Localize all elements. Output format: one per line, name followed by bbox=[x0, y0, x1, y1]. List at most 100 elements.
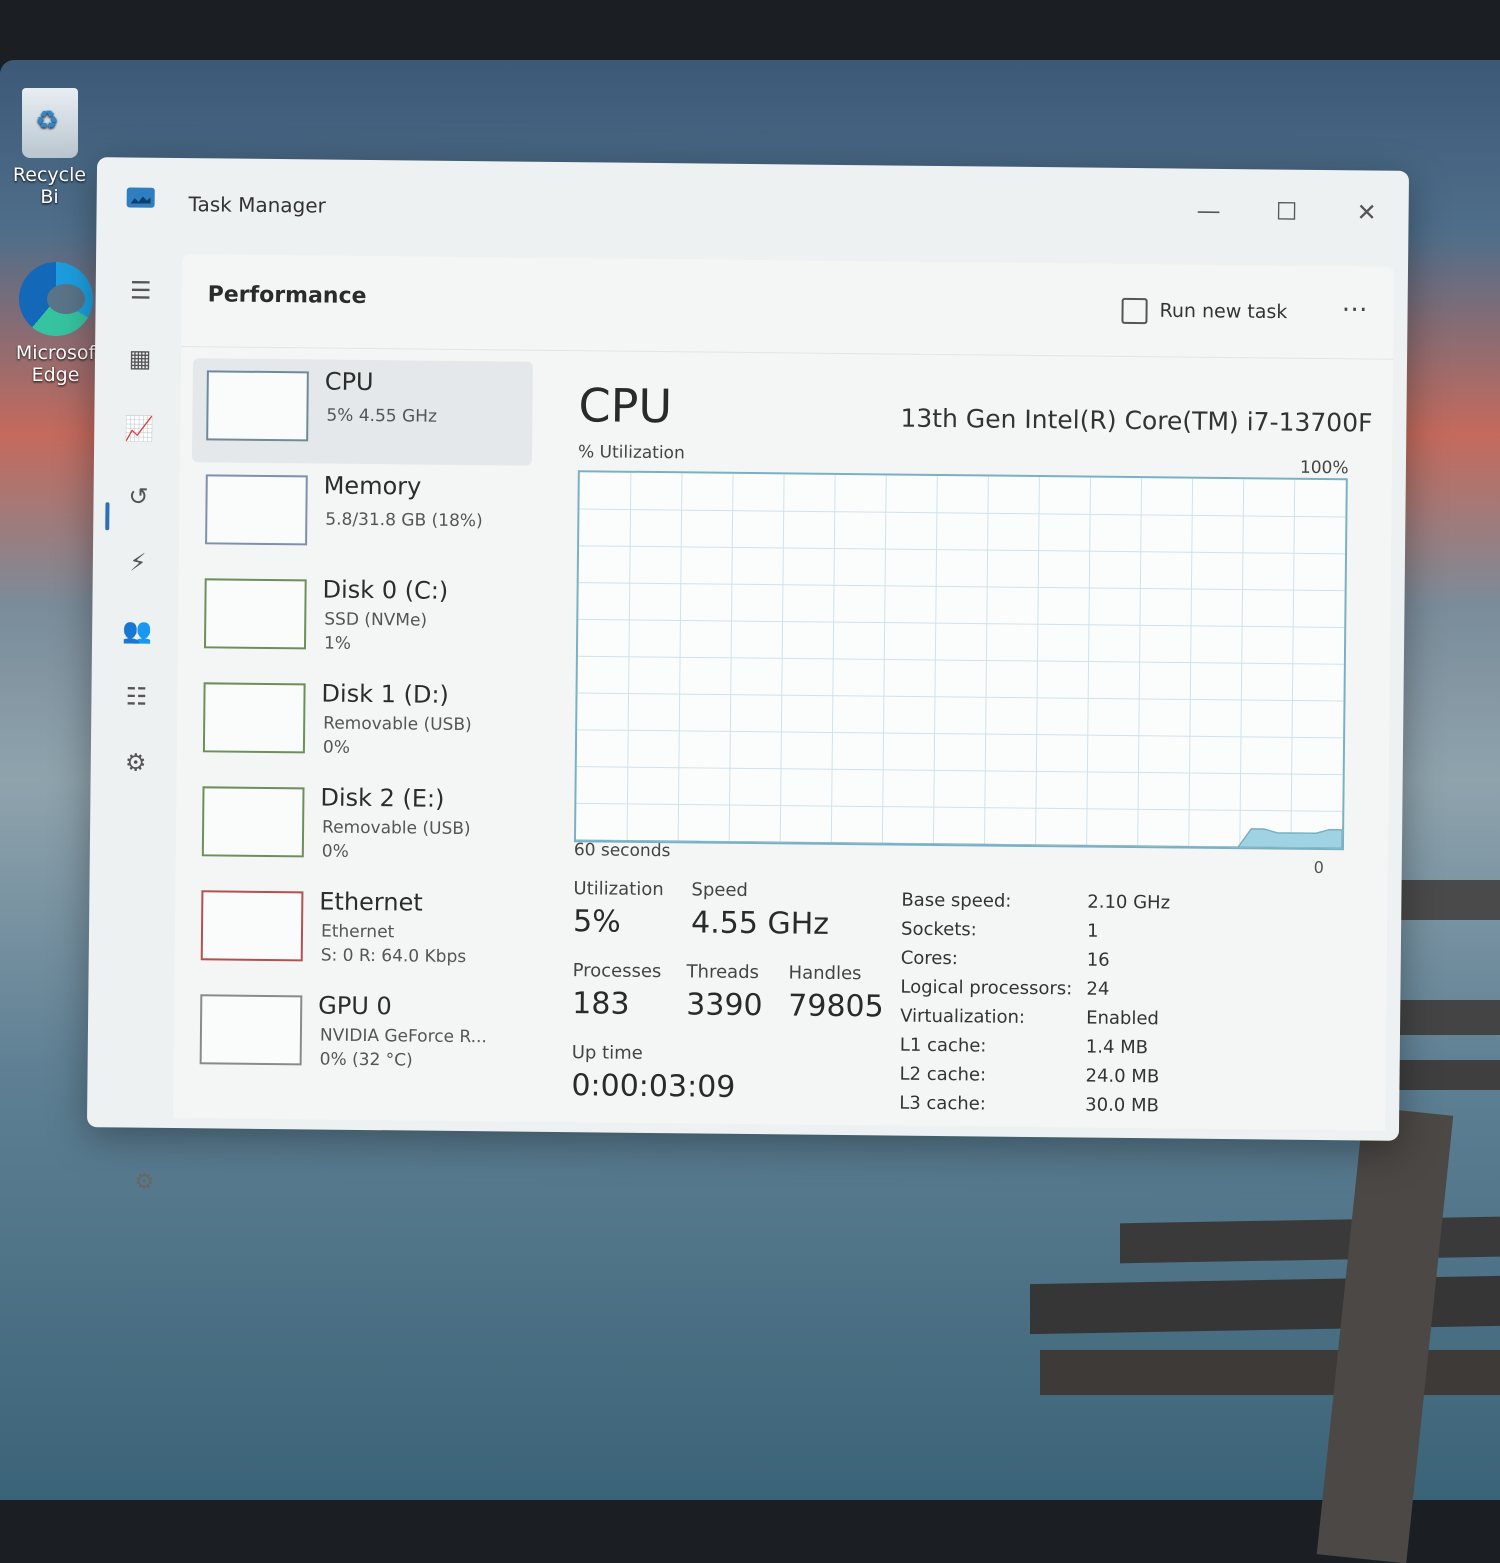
device-usage: 0% (32 °C) bbox=[319, 1049, 413, 1071]
spec-label: L2 cache: bbox=[899, 1063, 987, 1086]
device-name: GPU 0 bbox=[318, 991, 392, 1021]
device-item-memory[interactable]: Memory 5.8/31.8 GB (18%) bbox=[191, 462, 532, 570]
gpu-thumbnail bbox=[199, 994, 303, 1066]
device-name: Disk 0 (C:) bbox=[322, 575, 449, 605]
window-title: Task Manager bbox=[188, 192, 326, 218]
users-icon[interactable]: 👥 bbox=[112, 607, 162, 654]
run-new-task-label: Run new task bbox=[1159, 299, 1288, 324]
handles-label: Handles bbox=[788, 962, 862, 985]
device-usage: S: 0 R: 64.0 Kbps bbox=[320, 945, 467, 968]
processes-value: 183 bbox=[572, 986, 630, 1022]
maximize-button[interactable]: ☐ bbox=[1266, 191, 1306, 231]
spec-value: 1 bbox=[1086, 920, 1099, 942]
device-usage: 0% bbox=[321, 841, 349, 862]
device-usage: 1% bbox=[323, 633, 352, 654]
device-item-gpu-0[interactable]: GPU 0 NVIDIA GeForce R... 0% (32 °C) bbox=[185, 982, 526, 1090]
minimize-button[interactable]: — bbox=[1188, 191, 1228, 231]
run-task-icon bbox=[1121, 297, 1148, 325]
cpu-utilization-graph bbox=[573, 470, 1348, 851]
processes-icon[interactable]: ▦ bbox=[115, 335, 165, 382]
graph-min-label: 0 bbox=[1313, 857, 1325, 878]
app-history-icon[interactable]: ↺ bbox=[113, 473, 163, 520]
threads-value: 3390 bbox=[686, 987, 763, 1024]
close-button[interactable]: ✕ bbox=[1346, 192, 1386, 232]
services-icon[interactable]: ⚙ bbox=[111, 739, 161, 786]
graph-time-label: 60 seconds bbox=[573, 840, 671, 862]
desktop-icon-edge[interactable]: Microsof Edge bbox=[8, 262, 103, 386]
handles-value: 79805 bbox=[788, 988, 884, 1025]
graph-max-label: 100% bbox=[1299, 457, 1349, 479]
device-usage: 0% bbox=[322, 737, 351, 758]
graph-gridline bbox=[576, 766, 1343, 776]
details-icon[interactable]: ☷ bbox=[111, 673, 161, 720]
ethernet-thumbnail bbox=[200, 890, 304, 962]
utilization-axis-label: % Utilization bbox=[577, 442, 685, 464]
device-subtitle: Removable (USB) bbox=[323, 713, 472, 736]
performance-content: Performance Run new task ⋯ CPU 5% 4.55 G… bbox=[173, 254, 1395, 1131]
disk-thumbnail bbox=[203, 578, 307, 650]
device-subtitle: 5.8/31.8 GB (18%) bbox=[325, 509, 483, 532]
title-bar[interactable]: Task Manager — ☐ ✕ bbox=[96, 157, 1409, 261]
cpu-thumbnail bbox=[206, 370, 309, 442]
graph-gridline bbox=[578, 582, 1345, 592]
threads-label: Threads bbox=[686, 961, 760, 984]
spec-label: Sockets: bbox=[900, 918, 977, 941]
device-name: Disk 2 (E:) bbox=[320, 783, 445, 813]
settings-icon[interactable]: ⚙ bbox=[134, 1170, 154, 1195]
task-manager-window: Task Manager — ☐ ✕ ☰ ▦ 📈 ↺ ⚡ 👥 ☷ ⚙ ⚙ Per… bbox=[86, 157, 1410, 1195]
device-name: Memory bbox=[323, 471, 422, 501]
processes-label: Processes bbox=[572, 960, 662, 983]
device-name: Disk 1 (D:) bbox=[321, 679, 450, 709]
wallpaper-pier bbox=[1316, 1106, 1454, 1563]
device-item-disk-2[interactable]: Disk 2 (E:) Removable (USB) 0% bbox=[188, 774, 529, 882]
spec-label: Logical processors: bbox=[900, 976, 1073, 1000]
spec-label: L3 cache: bbox=[899, 1092, 986, 1115]
graph-gridline bbox=[577, 655, 1344, 665]
device-name: Ethernet bbox=[319, 887, 423, 917]
startup-apps-icon[interactable]: ⚡ bbox=[113, 539, 163, 586]
spec-label: Virtualization: bbox=[900, 1005, 1026, 1028]
more-options-icon[interactable]: ⋯ bbox=[1341, 294, 1367, 324]
device-subtitle: Ethernet bbox=[320, 921, 395, 943]
speed-value: 4.55 GHz bbox=[690, 905, 830, 942]
uptime-label: Up time bbox=[571, 1042, 643, 1064]
performance-icon[interactable]: 📈 bbox=[114, 405, 164, 452]
desktop-icon-label: Microsof bbox=[15, 342, 96, 364]
wallpaper-pier bbox=[1120, 1216, 1500, 1264]
spec-value: 1.4 MB bbox=[1085, 1036, 1149, 1059]
cpu-heading: CPU bbox=[578, 378, 673, 434]
device-item-disk-0[interactable]: Disk 0 (C:) SSD (NVMe) 1% bbox=[190, 566, 531, 674]
wallpaper-pier bbox=[1040, 1350, 1500, 1395]
memory-thumbnail bbox=[205, 474, 308, 546]
spec-value: 24 bbox=[1086, 978, 1110, 1000]
desktop-icon-recycle-bin[interactable]: ♻ Recycle Bi bbox=[2, 88, 97, 208]
device-list: CPU 5% 4.55 GHz Memory 5.8/31.8 GB (18%)… bbox=[185, 358, 533, 1090]
cpu-model: 13th Gen Intel(R) Core(TM) i7-13700F bbox=[900, 403, 1373, 438]
spec-label: Cores: bbox=[900, 947, 958, 970]
uptime-value: 0:00:03:09 bbox=[571, 1068, 736, 1105]
spec-value: 24.0 MB bbox=[1085, 1065, 1160, 1088]
device-name: CPU bbox=[324, 367, 374, 397]
spec-label: L1 cache: bbox=[899, 1034, 987, 1057]
device-subtitle: Removable (USB) bbox=[322, 817, 471, 840]
desktop-icon-label: Recycle Bi bbox=[12, 164, 87, 208]
disk-thumbnail bbox=[201, 786, 305, 858]
run-new-task-button[interactable]: Run new task bbox=[1121, 297, 1288, 326]
device-item-ethernet[interactable]: Ethernet Ethernet S: 0 R: 64.0 Kbps bbox=[186, 878, 527, 986]
device-item-cpu[interactable]: CPU 5% 4.55 GHz bbox=[191, 358, 533, 466]
device-item-disk-1[interactable]: Disk 1 (D:) Removable (USB) 0% bbox=[189, 670, 530, 778]
disk-thumbnail bbox=[202, 682, 306, 754]
device-subtitle: NVIDIA GeForce R... bbox=[319, 1025, 487, 1048]
speed-label: Speed bbox=[691, 879, 749, 902]
cpu-utilization-area bbox=[575, 828, 1343, 849]
graph-gridline bbox=[576, 802, 1343, 812]
device-subtitle: 5% 4.55 GHz bbox=[326, 405, 438, 427]
graph-gridline bbox=[577, 692, 1344, 702]
graph-gridline bbox=[578, 618, 1345, 628]
device-subtitle: SSD (NVMe) bbox=[324, 609, 428, 631]
graph-gridline bbox=[579, 545, 1346, 555]
utilization-value: 5% bbox=[572, 904, 621, 940]
graph-gridline bbox=[579, 508, 1346, 518]
hamburger-menu-icon[interactable]: ☰ bbox=[115, 267, 165, 314]
utilization-label: Utilization bbox=[573, 878, 664, 901]
